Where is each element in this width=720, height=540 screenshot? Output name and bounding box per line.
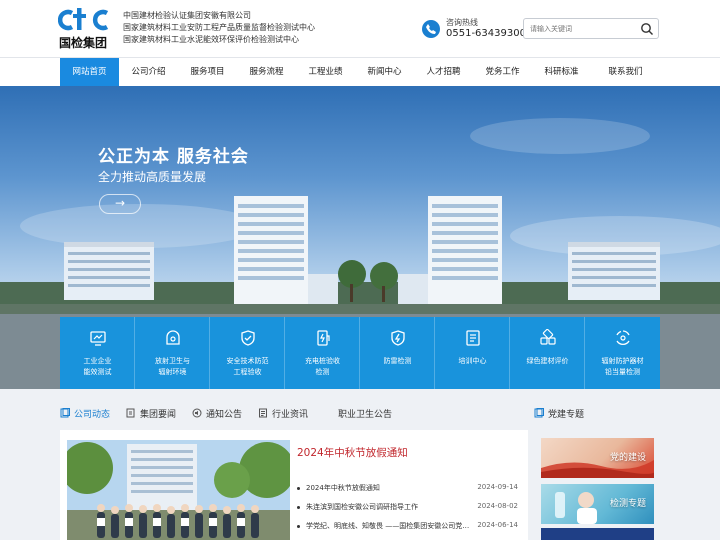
search-input[interactable] <box>530 22 636 36</box>
bullet-icon <box>297 506 300 509</box>
service-green-material[interactable]: 绿色建材评价 <box>510 317 585 389</box>
speaker-icon <box>192 408 202 418</box>
news-title: 2024年中秋节放假通知 <box>306 484 380 492</box>
services-bar: 工业企业 能效测试 放射卫生与 辐射环境 安全技术防范 工程验收 充电桩验收 检测 防雷… <box>60 317 660 389</box>
nav-party[interactable]: 党务工作 <box>473 58 532 87</box>
news-title: 朱连滨到国检安徽公司调研指导工作 <box>306 503 418 511</box>
tab-group-news[interactable]: 集团要闻 <box>126 405 176 425</box>
service-lightning[interactable]: 防雷检测 <box>360 317 435 389</box>
news-title: 学党纪、明底线、知敬畏 ——国检集团安徽公司党支... <box>306 522 471 530</box>
company-line: 国家建筑材料工业安防工程产品质量监督检验测试中心 <box>123 23 315 32</box>
group-photo-image <box>67 440 290 540</box>
news-list: 2024年中秋节放假通知 2024-09-14 朱连滨到国检安徽公司调研指导工作… <box>297 482 522 539</box>
green-material-icon <box>540 329 556 345</box>
tab-label: 行业资讯 <box>272 410 309 420</box>
hero-more-button[interactable]: → <box>99 194 141 214</box>
radiation-icon <box>166 330 180 345</box>
bullet-icon <box>297 525 300 528</box>
service-label: 培训中心 <box>458 357 487 365</box>
service-label: 绿色建材评价 <box>526 357 569 365</box>
party-card-label: 党的建设 <box>609 453 646 463</box>
nav-contact[interactable]: 联系我们 <box>591 58 660 87</box>
shield-check-icon <box>241 330 255 346</box>
logo-text: 国检集团 <box>59 36 108 50</box>
factory-meter-icon <box>90 331 106 346</box>
nav-research[interactable]: 科研标准 <box>532 58 591 87</box>
document-icon <box>534 408 544 418</box>
party-card-testing[interactable]: 检测专题 <box>541 484 654 524</box>
nav-projects[interactable]: 工程业绩 <box>296 58 355 87</box>
service-security[interactable]: 安全技术防范 工程验收 <box>210 317 285 389</box>
service-label: 防雷检测 <box>383 357 412 365</box>
tab-label: 通知公告 <box>206 410 243 420</box>
search-icon[interactable] <box>640 22 654 36</box>
hotline-label: 咨询热线 <box>446 18 478 27</box>
company-names: 中国建材检验认证集团安徽有限公司 国家建筑材料工业安防工程产品质量监督检验测试中… <box>123 10 315 46</box>
radiation-protection-icon <box>616 330 630 345</box>
service-charging[interactable]: 充电桩验收 检测 <box>285 317 360 389</box>
news-item[interactable]: 2024年中秋节放假通知 2024-09-14 <box>297 482 522 501</box>
company-line: 中国建材检验认证集团安徽有限公司 <box>123 11 251 20</box>
service-training[interactable]: 培训中心 <box>435 317 510 389</box>
company-line: 国家建筑材料工业水泥能效环保评价检验测试中心 <box>123 35 299 44</box>
service-radiation-protection[interactable]: 辐射防护器材 铅当量检测 <box>585 317 660 389</box>
site-header: 国检集团 中国建材检验认证集团安徽有限公司 国家建筑材料工业安防工程产品质量监督… <box>0 0 720 57</box>
service-label: 工业企业 能效测试 <box>83 357 112 376</box>
party-heading-label: 党建专题 <box>548 410 585 420</box>
hero-title: 公正为本 服务社会 <box>98 147 249 167</box>
news-date: 2024-08-02 <box>477 502 518 510</box>
nav-process[interactable]: 服务流程 <box>237 58 296 87</box>
news-date: 2024-06-14 <box>477 521 518 529</box>
hero-subtitle: 全力推动高质量发展 <box>98 170 207 184</box>
nav-careers[interactable]: 人才招聘 <box>414 58 473 87</box>
service-label: 放射卫生与 辐射环境 <box>155 357 190 376</box>
nav-news[interactable]: 新闻中心 <box>355 58 414 87</box>
service-label: 安全技术防范 工程验收 <box>226 357 269 376</box>
nav-about[interactable]: 公司介绍 <box>119 58 178 87</box>
news-item[interactable]: 学党纪、明底线、知敬畏 ——国检集团安徽公司党支... 2024-06-14 <box>297 520 522 539</box>
hotline: 咨询热线 0551-63439300 <box>422 17 526 43</box>
training-icon <box>466 330 480 346</box>
tab-label: 公司动态 <box>74 410 111 420</box>
service-radiation[interactable]: 放射卫生与 辐射环境 <box>135 317 210 389</box>
document-icon <box>259 408 267 418</box>
party-card-label: 检测专题 <box>609 499 646 509</box>
ctc-logo[interactable]: 国检集团 <box>58 6 110 50</box>
news-photo[interactable] <box>67 440 290 540</box>
party-heading: 党建专题 <box>534 405 584 425</box>
lightning-icon <box>391 330 405 346</box>
tab-occupational-health[interactable]: 职业卫生公告 <box>338 405 392 425</box>
news-item[interactable]: 朱连滨到国检安徽公司调研指导工作 2024-08-02 <box>297 501 522 520</box>
tab-label: 集团要闻 <box>140 410 177 420</box>
service-energy-test[interactable]: 工业企业 能效测试 <box>60 317 135 389</box>
main-nav: 网站首页 公司介绍 服务项目 服务流程 工程业绩 新闻中心 人才招聘 党务工作 … <box>0 57 720 87</box>
search-box <box>523 18 659 39</box>
bullet-icon <box>297 487 300 490</box>
tab-company-news[interactable]: 公司动态 <box>60 405 110 425</box>
ctc-logo-mark <box>58 8 109 31</box>
document-icon <box>60 408 70 418</box>
phone-icon <box>422 20 440 38</box>
service-label: 辐射防护器材 铅当量检测 <box>601 357 644 376</box>
news-date: 2024-09-14 <box>477 483 518 491</box>
tab-notices[interactable]: 通知公告 <box>192 405 242 425</box>
party-card-building[interactable]: 党的建设 <box>541 438 654 478</box>
news-headline[interactable]: 2024年中秋节放假通知 <box>297 445 408 460</box>
news-panel: 2024年中秋节放假通知 2024年中秋节放假通知 2024-09-14 朱连滨… <box>60 430 528 540</box>
tab-label: 职业卫生公告 <box>338 410 393 420</box>
hotline-number: 0551-63439300 <box>446 28 526 39</box>
document-icon <box>126 408 135 418</box>
nav-home[interactable]: 网站首页 <box>60 58 119 87</box>
nav-services[interactable]: 服务项目 <box>178 58 237 87</box>
party-card-third[interactable] <box>541 528 654 540</box>
service-label: 充电桩验收 检测 <box>305 357 340 376</box>
charging-pile-icon <box>317 330 330 346</box>
tab-industry-news[interactable]: 行业资讯 <box>258 405 308 425</box>
